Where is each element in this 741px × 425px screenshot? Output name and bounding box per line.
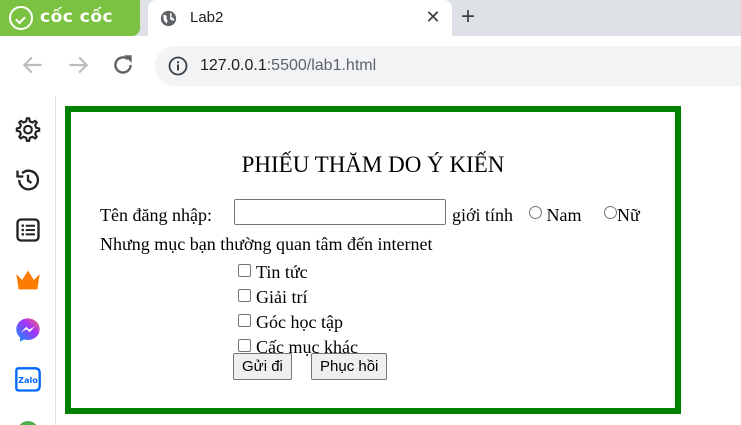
gender-label: giới tính <box>452 205 514 225</box>
zalo-label: Zalo <box>18 375 38 385</box>
zalo-icon[interactable]: Zalo <box>14 366 42 394</box>
interest-label: Góc học tập <box>256 312 343 332</box>
submit-button[interactable]: Gửi đi <box>233 353 292 380</box>
tab-strip: cốc cốc Lab2 ✕ + <box>0 0 741 36</box>
interest-item[interactable]: Giải trí <box>238 286 308 308</box>
interests-label: Nhưng mục bạn thường quan tâm đến intern… <box>100 234 433 254</box>
checkbox-study[interactable] <box>238 314 251 327</box>
url-path: :5500/lab1.html <box>266 57 377 74</box>
coccoc-logo-icon <box>9 6 33 30</box>
interest-item[interactable]: Góc học tập <box>238 311 343 333</box>
reset-button[interactable]: Phục hồi <box>311 353 388 380</box>
back-icon[interactable] <box>20 52 46 78</box>
form-title: PHIẾU THĂM DO Ý KIẾN <box>241 152 505 177</box>
interest-label: Tin tức <box>256 262 308 282</box>
radio-female[interactable] <box>604 206 617 219</box>
tab-title: Lab2 <box>190 9 224 26</box>
messenger-icon[interactable] <box>14 316 42 344</box>
history-icon[interactable] <box>14 166 42 194</box>
tab-lab2[interactable]: Lab2 ✕ <box>148 0 452 36</box>
address-bar[interactable]: 127.0.0.1:5500/lab1.html <box>155 46 741 86</box>
close-tab-icon[interactable]: ✕ <box>422 6 444 28</box>
checkbox-entertainment[interactable] <box>238 289 251 302</box>
sidebar: Zalo <box>0 96 56 425</box>
globe-icon <box>160 10 177 27</box>
new-tab-button[interactable]: + <box>455 4 481 30</box>
gender-option-female[interactable]: Nữ <box>604 204 640 226</box>
settings-icon[interactable] <box>14 116 42 144</box>
toolbar: 127.0.0.1:5500/lab1.html <box>0 36 741 96</box>
username-label: Tên đăng nhập: <box>100 205 212 225</box>
coccoc-menu-button[interactable]: cốc cốc <box>0 0 140 36</box>
checkbox-other[interactable] <box>238 339 251 352</box>
checkbox-news[interactable] <box>238 264 251 277</box>
url-host: 127.0.0.1 <box>200 57 267 74</box>
gender-male-label: Nam <box>546 205 582 225</box>
gender-female-label: Nữ <box>617 205 640 225</box>
brand-name: cốc cốc <box>40 7 114 27</box>
radio-male[interactable] <box>529 206 542 219</box>
forward-icon[interactable] <box>65 52 91 78</box>
interest-label: Giải trí <box>256 287 308 307</box>
gender-option-male[interactable]: Nam <box>529 204 582 226</box>
crown-icon[interactable] <box>14 266 42 294</box>
extension-icon[interactable] <box>14 414 42 425</box>
interest-item[interactable]: Tin tức <box>238 261 308 283</box>
reload-icon[interactable] <box>110 52 136 78</box>
survey-form: PHIẾU THĂM DO Ý KIẾN Tên đăng nhập: giới… <box>65 106 681 414</box>
reading-list-icon[interactable] <box>14 216 42 244</box>
url-text: 127.0.0.1:5500/lab1.html <box>200 57 376 75</box>
username-input[interactable] <box>234 199 446 225</box>
info-icon[interactable] <box>168 56 188 76</box>
